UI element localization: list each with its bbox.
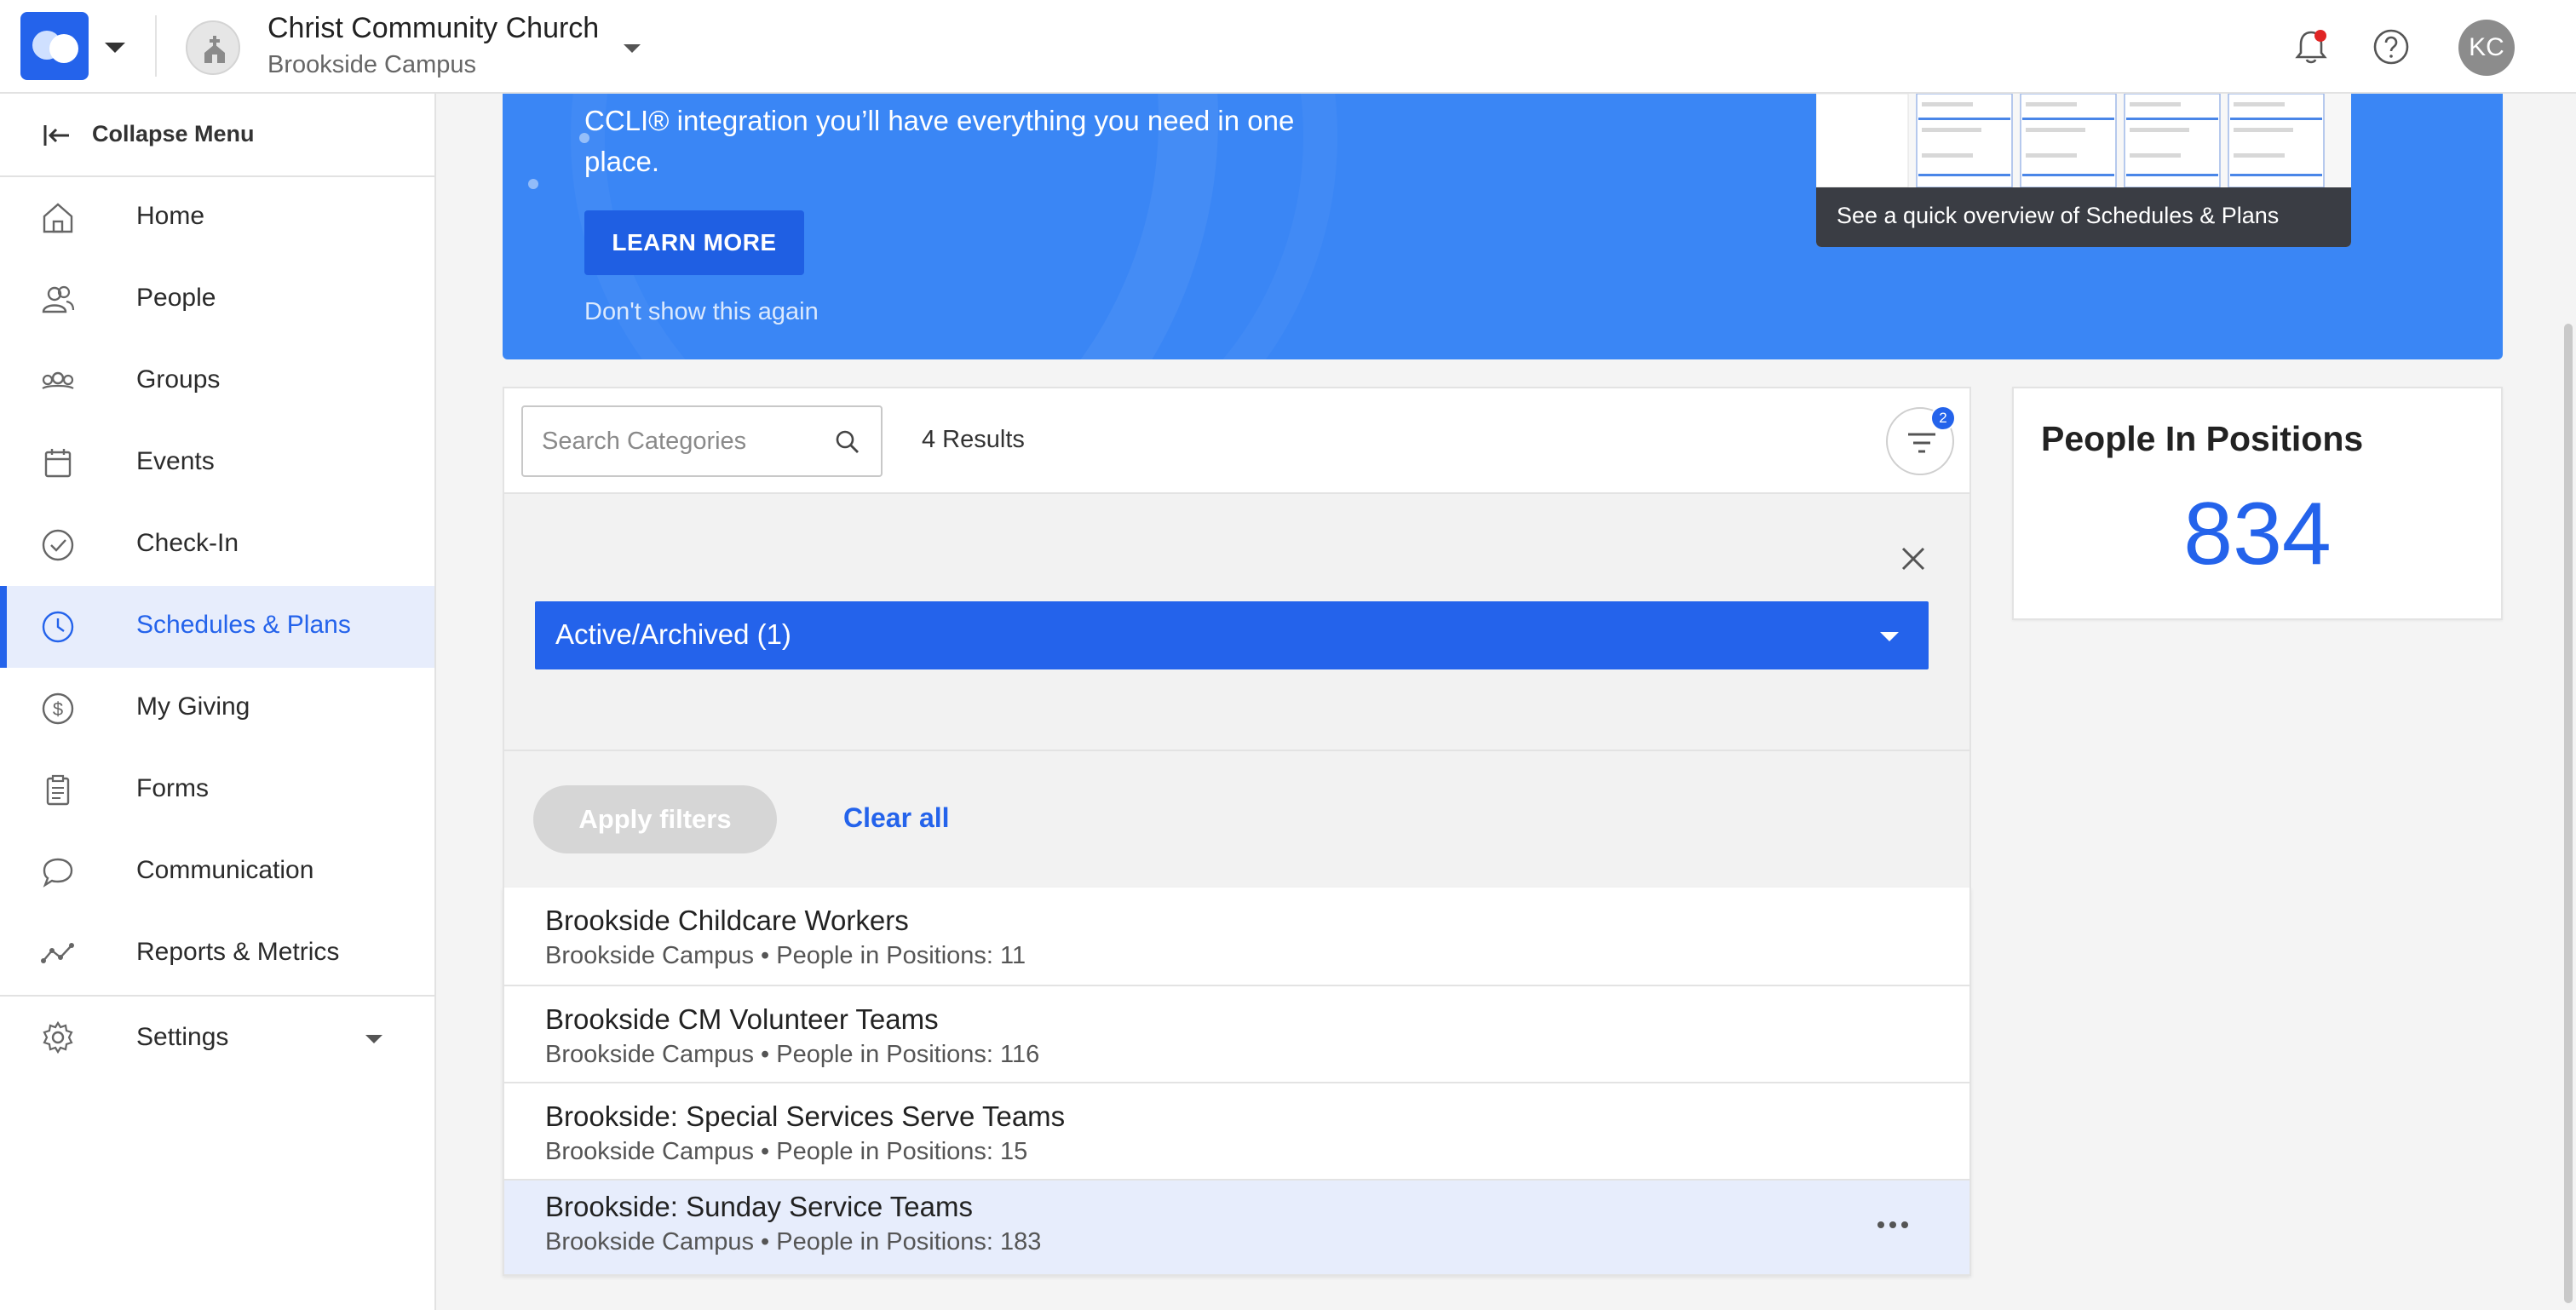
more-options-icon[interactable] (1874, 1215, 1912, 1235)
video-caption: See a quick overview of Schedules & Plan… (1837, 203, 2280, 228)
sidebar-item-label: Schedules & Plans (136, 611, 351, 639)
user-avatar[interactable]: KC (2458, 20, 2515, 76)
gear-icon (43, 1020, 73, 1054)
overview-video-thumbnail[interactable]: See a quick overview of Schedules & Plan… (1816, 94, 2351, 247)
app-logo[interactable] (20, 12, 89, 80)
sidebar-item-home[interactable]: Home (0, 177, 434, 259)
search-icon[interactable] (833, 428, 862, 457)
church-avatar[interactable] (186, 20, 240, 75)
clear-all-link[interactable]: Clear all (843, 802, 950, 834)
campus-name[interactable]: Brookside Campus (267, 51, 476, 79)
dollar-icon: $ (42, 692, 74, 725)
search-input[interactable] (542, 424, 823, 458)
dont-show-again-link[interactable]: Don't show this again (584, 298, 819, 326)
collapse-menu-button[interactable]: Collapse Menu (0, 94, 434, 177)
chat-icon (43, 858, 73, 888)
sidebar-item-settings[interactable]: Settings (0, 997, 434, 1078)
list-item[interactable]: Brookside: Special Services Serve Teams … (504, 1082, 1969, 1179)
filter-icon (1908, 433, 1935, 453)
search-toolbar: 4 Results 2 (503, 387, 1971, 494)
list-item-title: Brookside CM Volunteer Teams (545, 1003, 939, 1035)
banner-text: CCLI® integration you’ll have everything… (584, 105, 1295, 177)
chevron-down-icon (365, 1035, 382, 1043)
sidebar-item-schedules-plans[interactable]: Schedules & Plans (0, 586, 434, 668)
sidebar-item-reports-metrics[interactable]: Reports & Metrics (0, 913, 434, 995)
sidebar-item-my-giving[interactable]: $ My Giving (0, 668, 434, 750)
sidebar-item-communication[interactable]: Communication (0, 831, 434, 913)
home-icon (43, 203, 73, 233)
filter-count-badge: 2 (1930, 405, 1956, 431)
church-name[interactable]: Christ Community Church (267, 12, 599, 45)
collapse-arrow-icon (43, 125, 69, 146)
sidebar-nav: Home People Groups Events Check-In Sched… (0, 177, 434, 995)
sidebar-item-groups[interactable]: Groups (0, 341, 434, 422)
search-box[interactable] (521, 405, 883, 477)
top-bar: Christ Community Church Brookside Campus… (0, 0, 2576, 94)
sidebar-item-label: Forms (136, 774, 209, 802)
svg-text:$: $ (53, 698, 63, 720)
list-item[interactable]: Brookside: Sunday Service Teams Brooksid… (504, 1179, 1969, 1274)
calendar-icon (44, 449, 72, 478)
results-count: 4 Results (922, 426, 1025, 453)
apply-filters-button[interactable]: Apply filters (533, 785, 777, 853)
list-item-subtitle: Brookside Campus • People in Positions: … (545, 1228, 1042, 1255)
clock-icon (42, 611, 74, 643)
close-icon[interactable] (1896, 542, 1930, 576)
promo-banner: CCLI® integration you’ll have everything… (503, 94, 2503, 359)
sidebar-item-label: People (136, 284, 216, 312)
sidebar-item-label: Check-In (136, 529, 239, 557)
stat-title: People In Positions (2041, 419, 2364, 458)
sidebar-item-label: Home (136, 202, 205, 230)
app-switcher-chevron-icon[interactable] (101, 36, 129, 58)
stat-value: 834 (2183, 485, 2332, 583)
sidebar-item-events[interactable]: Events (0, 422, 434, 504)
category-list: Brookside Childcare Workers Brookside Ca… (503, 888, 1971, 1276)
sidebar-item-people[interactable]: People (0, 259, 434, 341)
help-icon[interactable] (2370, 26, 2412, 68)
schedule-preview-image (1816, 94, 2351, 188)
church-icon (204, 36, 225, 63)
people-in-positions-card: People In Positions 834 (2012, 387, 2503, 620)
collapse-menu-label: Collapse Menu (92, 121, 255, 147)
sidebar-item-check-in[interactable]: Check-In (0, 504, 434, 586)
list-item[interactable]: Brookside Childcare Workers Brookside Ca… (504, 888, 1969, 985)
page-scrollbar-thumb[interactable] (2564, 324, 2573, 1303)
sidebar-item-forms[interactable]: Forms (0, 750, 434, 831)
check-circle-icon (42, 529, 74, 561)
groups-icon (42, 371, 74, 389)
filter-panel: Active/Archived (1) Apply filters Clear … (503, 494, 1971, 888)
list-item-title: Brookside: Special Services Serve Teams (545, 1100, 1066, 1132)
chevron-down-icon (1880, 632, 1899, 641)
church-switcher-chevron-icon[interactable] (620, 39, 644, 58)
list-item-subtitle: Brookside Campus • People in Positions: … (545, 942, 1026, 969)
list-item[interactable]: Brookside CM Volunteer Teams Brookside C… (504, 985, 1969, 1082)
list-item-title: Brookside: Sunday Service Teams (545, 1191, 973, 1222)
sidebar: Collapse Menu Home People Groups Events … (0, 94, 436, 1310)
active-archived-dropdown[interactable]: Active/Archived (1) (535, 601, 1929, 669)
dropdown-label: Active/Archived (1) (555, 618, 791, 650)
list-item-subtitle: Brookside Campus • People in Positions: … (545, 1138, 1028, 1165)
sidebar-item-label: Communication (136, 856, 314, 884)
people-icon (42, 285, 75, 313)
sidebar-item-label: Events (136, 447, 215, 475)
notification-bell-icon[interactable] (2290, 26, 2332, 68)
list-item-subtitle: Brookside Campus • People in Positions: … (545, 1041, 1040, 1068)
sidebar-item-label: Reports & Metrics (136, 938, 340, 966)
chart-icon (41, 943, 74, 963)
clipboard-icon (46, 774, 70, 806)
learn-more-button[interactable]: LEARN MORE (584, 210, 804, 275)
divider (155, 15, 157, 77)
list-item-title: Brookside Childcare Workers (545, 905, 909, 936)
sidebar-item-label: Groups (136, 365, 221, 394)
settings-label: Settings (136, 1023, 229, 1051)
sidebar-item-label: My Giving (136, 692, 250, 721)
panel-divider (504, 750, 1969, 751)
